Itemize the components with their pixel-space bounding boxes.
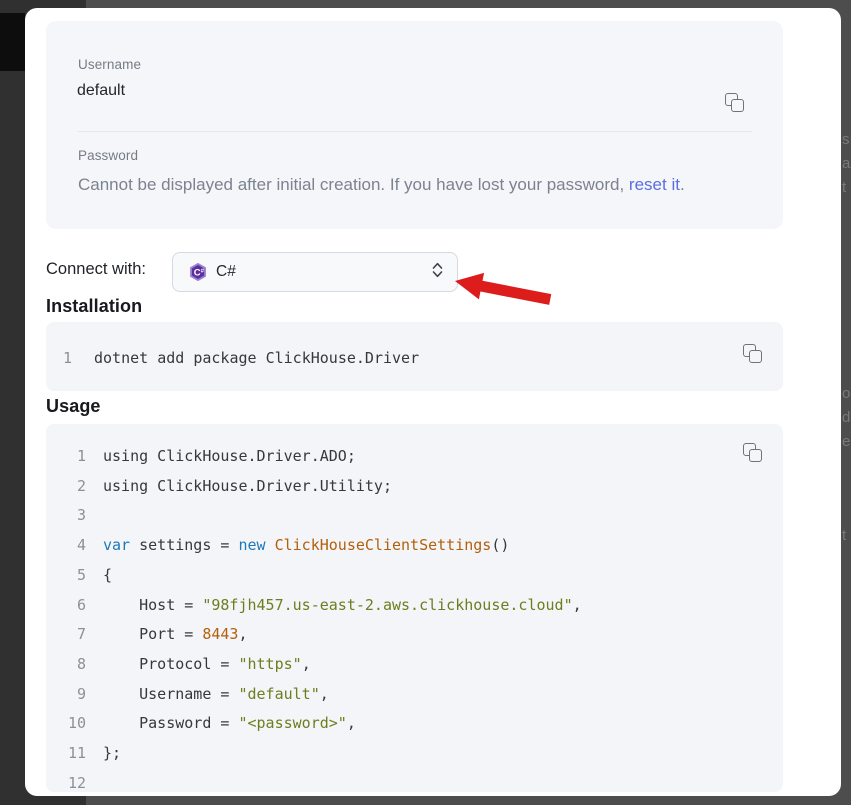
code-line: 9 Username = "default", [46,680,783,710]
code-text: Host = "98fjh457.us-east-2.aws.clickhous… [103,591,582,621]
copy-icon [743,443,762,462]
dimmed-background-text-fragments: satodet [842,0,851,805]
code-line: 5{ [46,561,783,591]
background-text-fragment: a [842,155,850,173]
password-label: Password [78,148,138,163]
code-text: using ClickHouse.Driver.Utility; [103,472,392,502]
copy-installation-code-button[interactable] [743,344,762,363]
password-help-text: Cannot be displayed after initial creati… [78,173,768,197]
usage-code: 1 using ClickHouse.Driver.ADO; 2 using Clic… [46,424,783,796]
code-line: 7 Port = 8443, [46,620,783,650]
code-line: 1 dotnet add package ClickHouse.Driver [46,344,783,374]
line-number: 5 [46,561,86,591]
line-number: 6 [46,591,86,621]
line-number: 1 [46,344,72,374]
copy-usage-code-button[interactable] [743,443,762,462]
code-text: using ClickHouse.Driver.ADO; [103,442,356,472]
copy-icon [743,344,762,363]
line-number: 2 [46,472,86,502]
code-text: Protocol = "https", [103,650,311,680]
credentials-card: Username default Password Cannot be disp… [46,21,783,229]
code-text: Username = "default", [103,680,329,710]
password-help-before: Cannot be displayed after initial creati… [78,175,629,194]
code-text: dotnet add package ClickHouse.Driver [94,344,419,374]
line-number: 1 [46,442,86,472]
code-text: }; [103,739,121,769]
code-line: 3 [46,501,783,531]
line-number: 8 [46,650,86,680]
background-text-fragment: e [842,433,850,451]
installation-code-block: 1 dotnet add package ClickHouse.Driver [46,322,783,391]
code-text: Port = 8443, [103,620,248,650]
selected-language-label: C# [216,263,236,281]
code-line: 4 var settings = new ClickHouseClientSett… [46,531,783,561]
card-divider [78,131,752,132]
username-label: Username [78,57,141,72]
installation-heading: Installation [46,296,142,317]
background-text-fragment: t [842,527,846,545]
code-line: 1 using ClickHouse.Driver.ADO; [46,442,783,472]
code-text: { [103,561,112,591]
connection-details-modal: Username default Password Cannot be disp… [25,8,841,796]
usage-heading: Usage [46,396,101,417]
code-line: 8 Protocol = "https", [46,650,783,680]
usage-code-block: 1 using ClickHouse.Driver.ADO; 2 using Clic… [46,424,783,792]
dimmed-background-block [0,13,25,71]
background-text-fragment: s [842,131,850,149]
background-text-fragment: o [842,385,850,403]
password-help-after: . [680,175,685,194]
updown-chevron-icon [431,261,444,284]
installation-code: 1 dotnet add package ClickHouse.Driver [46,322,783,374]
line-number: 9 [46,680,86,710]
copy-icon [725,93,744,112]
line-number: 10 [46,709,86,739]
screenshot-root: { "colors": { "overlay_dim": "#4d4d4d", … [0,0,851,805]
username-value: default [77,82,125,100]
line-number: 4 [46,531,86,561]
code-line: 10 Password = "<password>", [46,709,783,739]
line-number: 3 [46,501,86,531]
background-text-fragment: t [842,179,846,197]
line-number: 11 [46,739,86,769]
code-text: Password = "<password>", [103,709,356,739]
csharp-logo-icon: C # [188,262,208,282]
background-text-fragment: d [842,409,850,427]
line-number: 12 [46,769,86,796]
line-number: 7 [46,620,86,650]
language-select[interactable]: C # C# [172,252,458,292]
code-line: 6 Host = "98fjh457.us-east-2.aws.clickho… [46,591,783,621]
svg-text:C: C [194,268,201,279]
connect-with-label: Connect with: [46,260,146,279]
code-line: 2 using ClickHouse.Driver.Utility; [46,472,783,502]
copy-username-button[interactable] [725,93,744,112]
code-text: var settings = new ClickHouseClientSetti… [103,531,509,561]
reset-password-link[interactable]: reset it [629,175,680,194]
code-line: 11}; [46,739,783,769]
code-line: 12 [46,769,783,796]
